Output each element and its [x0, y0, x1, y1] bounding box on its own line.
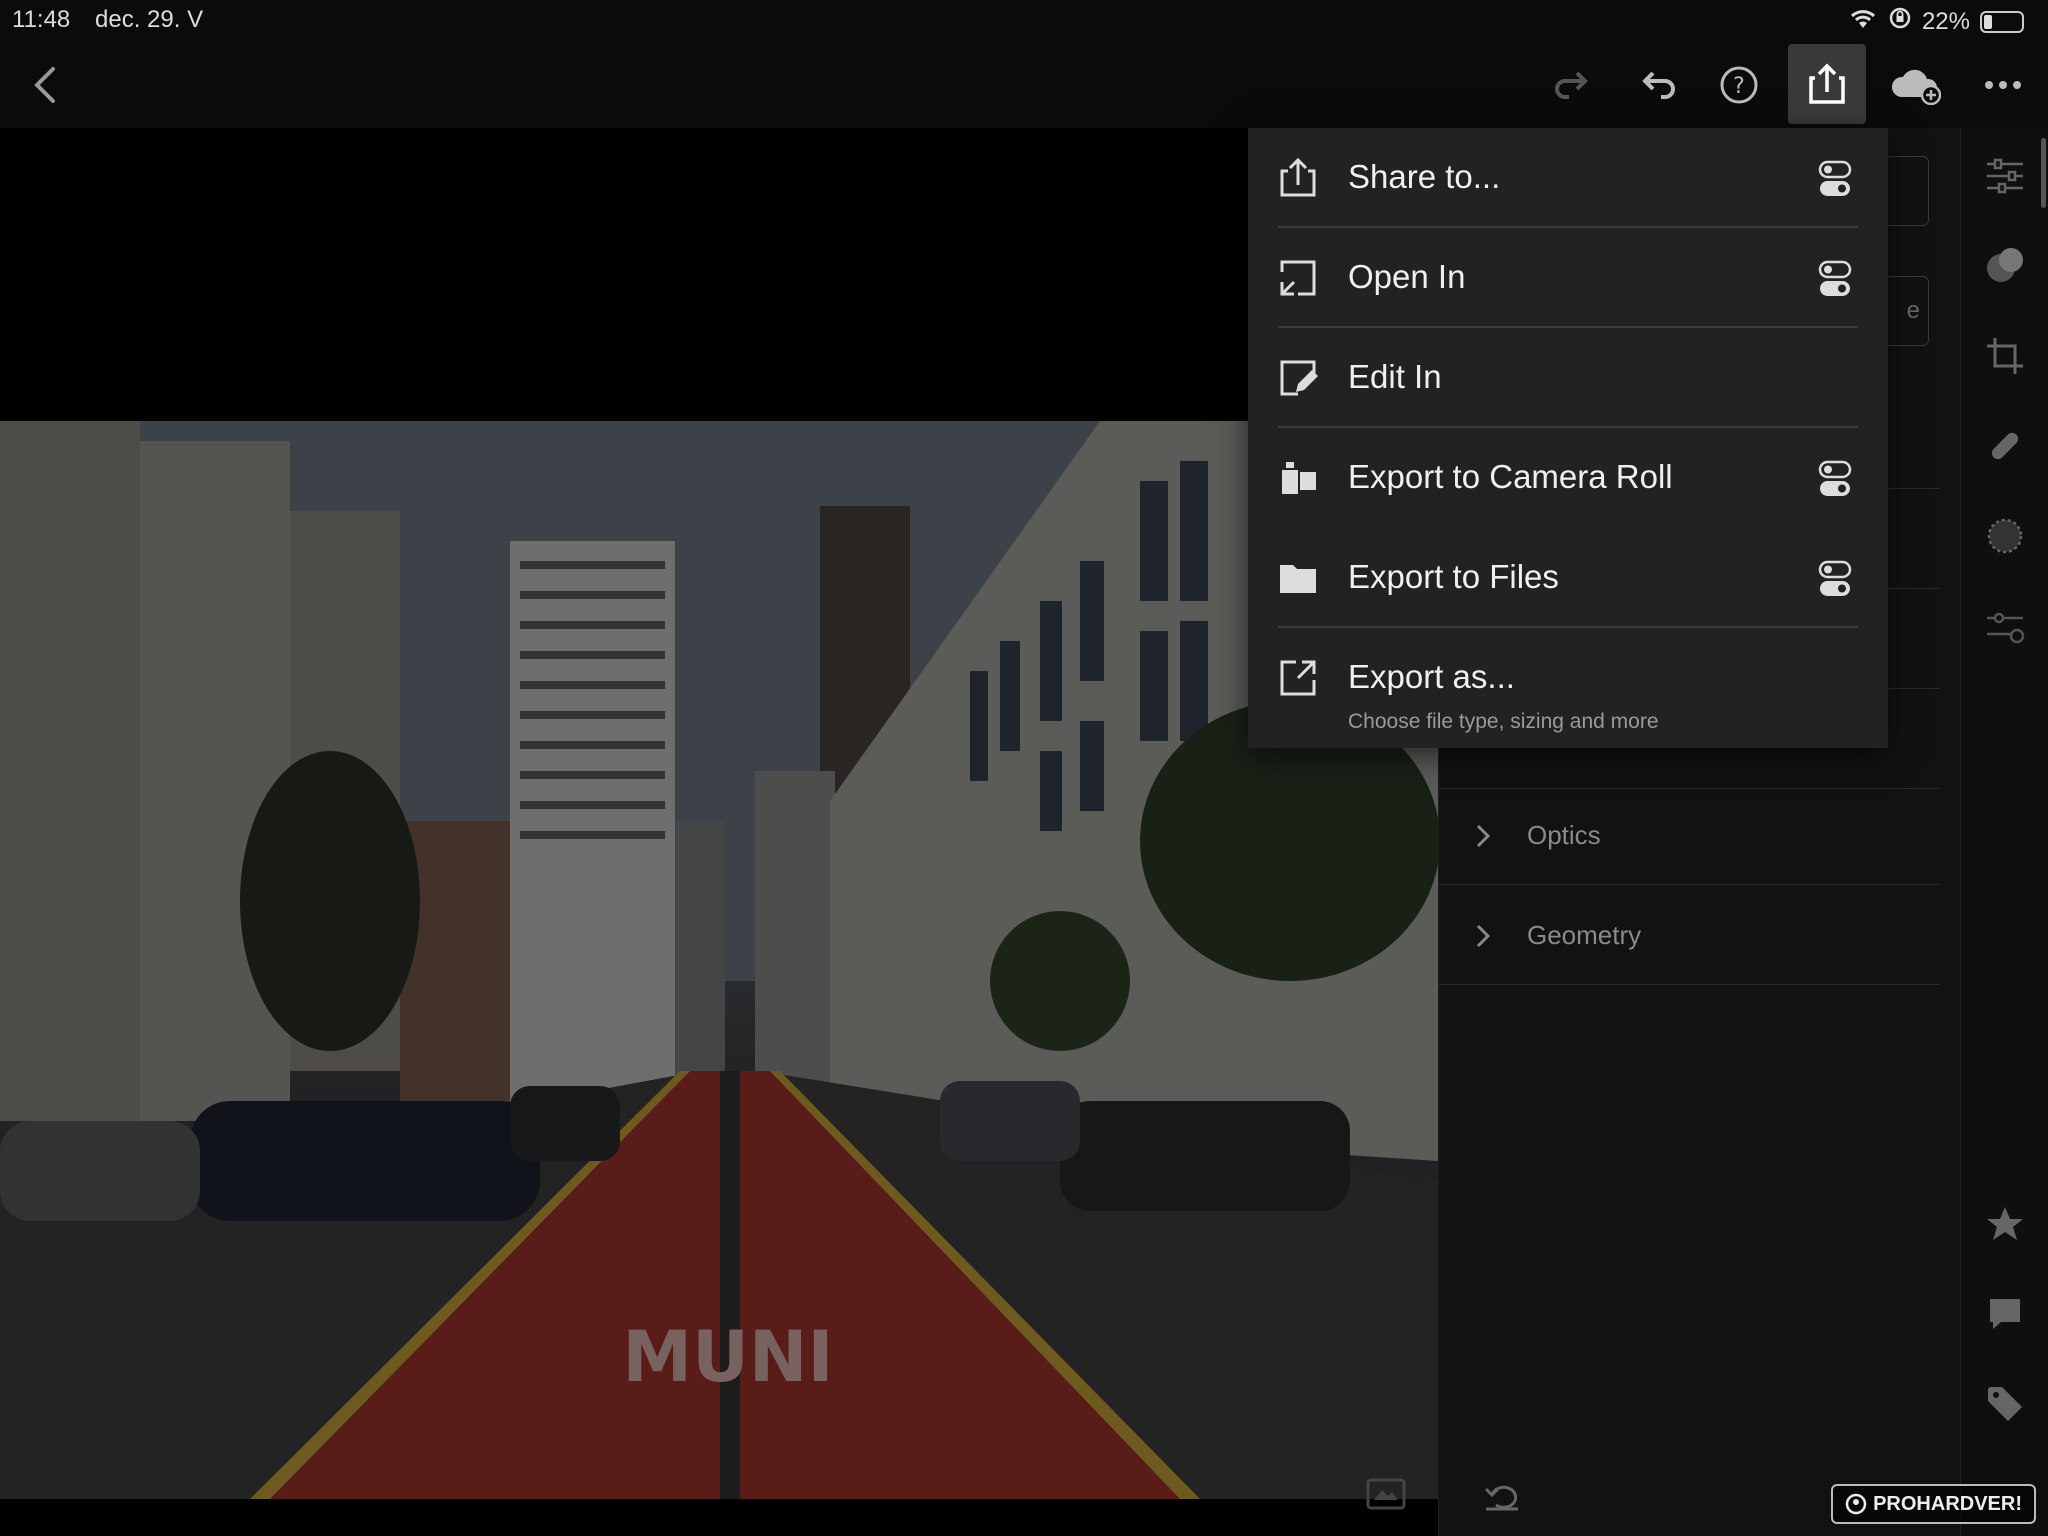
share-icon: [1809, 63, 1845, 104]
status-bar: 11:48 dec. 29. V 22%: [0, 0, 2048, 40]
toggle-icon[interactable]: [1818, 260, 1852, 303]
presets-icon: [1987, 248, 2023, 282]
watermark: PROHARDVER!: [1831, 1484, 2036, 1524]
chevron-right-icon: [1476, 824, 1491, 848]
share-icon: [1278, 157, 1318, 198]
crop-icon: [1987, 338, 2023, 374]
back-button[interactable]: [16, 56, 74, 114]
masking-icon: [1987, 518, 2023, 554]
status-date: dec. 29. V: [95, 6, 204, 33]
menu-item-edit-in[interactable]: Edit In: [1278, 328, 1858, 428]
watermark-text: PROHARDVER!: [1873, 1492, 2022, 1515]
menu-item-label: Open In: [1348, 258, 1466, 295]
crop-tool-button[interactable]: [1983, 334, 2027, 378]
menu-item-label: Export to Camera Roll: [1348, 458, 1673, 495]
toggle-icon[interactable]: [1818, 160, 1852, 203]
photo-image: MUNI: [0, 421, 1438, 1499]
edit-tool-button[interactable]: [1983, 154, 2027, 198]
menu-item-label: Export to Files: [1348, 558, 1559, 595]
panel-section-label: Geometry: [1527, 920, 1642, 950]
rating-button[interactable]: [1983, 1202, 2027, 1246]
panel-section-geometry[interactable]: Geometry: [1439, 887, 1939, 985]
more-icon: [1985, 81, 2021, 89]
photo-canvas[interactable]: MUNI: [0, 128, 1438, 1536]
svg-text:?: ?: [1733, 74, 1745, 99]
more-button[interactable]: [1974, 56, 2032, 114]
presets-tool-button[interactable]: [1983, 244, 2027, 288]
tool-strip: [1960, 128, 2048, 1536]
export-as-icon: [1278, 658, 1318, 698]
healing-tool-button[interactable]: [1983, 424, 2027, 468]
camera-roll-icon: [1278, 458, 1318, 498]
undo-icon: [1642, 71, 1675, 99]
bandage-icon: [1991, 432, 2019, 460]
menu-item-label: Edit In: [1348, 358, 1442, 395]
keywords-button[interactable]: [1983, 1382, 2027, 1426]
top-toolbar: ?: [0, 40, 2048, 128]
open-in-icon: [1278, 258, 1318, 298]
photo-compare-icon: [1366, 1478, 1406, 1510]
menu-item-label: Export as...: [1348, 658, 1515, 695]
panel-section-label: Optics: [1527, 820, 1601, 850]
share-menu: Share to... Open In Edit In Export to Ca…: [1248, 128, 1888, 748]
help-button[interactable]: ?: [1710, 56, 1768, 114]
menu-item-export-as[interactable]: Export as... Choose file type, sizing an…: [1278, 628, 1858, 748]
menu-item-export-camera-roll[interactable]: Export to Camera Roll: [1278, 428, 1858, 528]
reset-icon: [1484, 1485, 1518, 1511]
menu-item-label: Share to...: [1348, 158, 1501, 195]
cloud-sync-button[interactable]: [1886, 56, 1944, 114]
menu-item-export-files[interactable]: Export to Files: [1278, 528, 1858, 628]
redo-icon: [1555, 71, 1588, 99]
chevron-right-icon: [1476, 924, 1491, 948]
rotation-lock-icon: [1888, 6, 1912, 37]
watermark-logo-icon: [1845, 1493, 1867, 1515]
share-button[interactable]: [1788, 44, 1866, 124]
compare-view-button[interactable]: [1366, 1478, 1406, 1515]
status-time: 11:48: [12, 6, 71, 33]
edit-in-icon: [1278, 358, 1318, 398]
battery-percent: 22%: [1921, 7, 1970, 35]
redo-button[interactable]: [1542, 56, 1600, 114]
menu-item-share-to[interactable]: Share to...: [1278, 128, 1858, 228]
scroll-indicator: [2041, 138, 2046, 208]
versions-icon: [1987, 612, 2025, 644]
comment-icon: [1990, 1299, 2020, 1329]
wifi-icon: [1848, 6, 1878, 37]
menu-item-open-in[interactable]: Open In: [1278, 228, 1858, 328]
tag-icon: [1988, 1387, 2022, 1421]
sliders-icon: [1987, 158, 2023, 194]
star-icon: [1987, 1207, 2023, 1240]
chevron-left-icon: [34, 67, 55, 103]
masking-tool-button[interactable]: [1983, 514, 2027, 558]
reset-button[interactable]: [1484, 1481, 1520, 1516]
toggle-icon[interactable]: [1818, 560, 1852, 603]
help-icon: ?: [1720, 66, 1758, 104]
battery-icon: [1980, 10, 2024, 33]
folder-icon: [1278, 558, 1318, 598]
comments-button[interactable]: [1983, 1292, 2027, 1336]
menu-item-subtitle: Choose file type, sizing and more: [1348, 710, 1659, 733]
versions-tool-button[interactable]: [1983, 604, 2027, 648]
panel-section-optics[interactable]: Optics: [1439, 787, 1939, 885]
undo-button[interactable]: [1630, 56, 1688, 114]
panel-box-label: e: [1906, 297, 1920, 324]
toggle-icon[interactable]: [1818, 460, 1852, 503]
cloud-add-icon: [1891, 69, 1941, 105]
